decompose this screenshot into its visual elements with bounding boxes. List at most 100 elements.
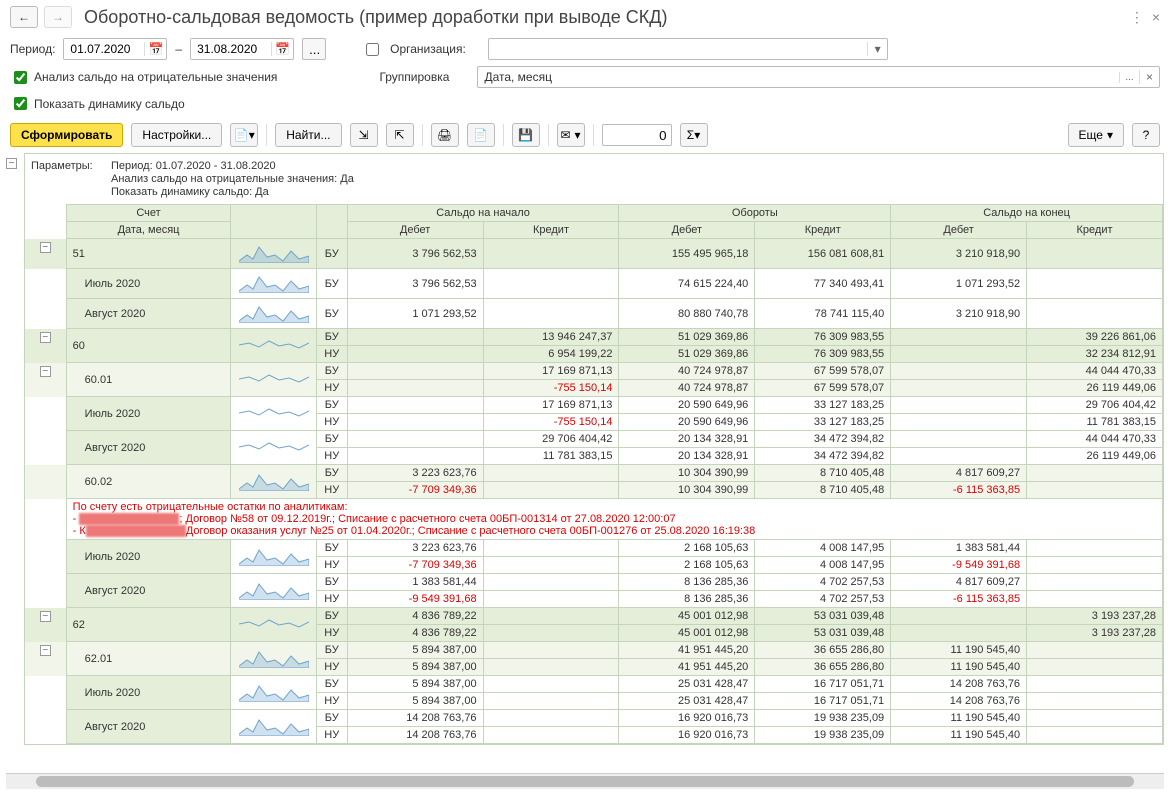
collapse-icon[interactable]: −: [40, 366, 51, 377]
more-button[interactable]: Еще ▾: [1068, 123, 1124, 147]
collapse-button[interactable]: ⇱: [386, 123, 414, 147]
collapse-icon[interactable]: −: [40, 332, 51, 343]
settings-button[interactable]: Настройки...: [131, 123, 222, 147]
value-cell: 20 590 649,96: [619, 397, 755, 414]
collapse-icon[interactable]: −: [40, 645, 51, 656]
grouping-clear-button[interactable]: ×: [1139, 70, 1159, 84]
value-cell: 11 190 545,40: [891, 642, 1027, 659]
value-cell: [483, 557, 619, 574]
account-cell[interactable]: 60: [66, 329, 231, 363]
collapse-icon[interactable]: −: [40, 611, 51, 622]
save-button[interactable]: 💾: [512, 123, 540, 147]
save-icon: 💾: [518, 128, 533, 142]
find-button[interactable]: Найти...: [275, 123, 341, 147]
separator: [593, 124, 594, 146]
value-cell: 3 796 562,53: [347, 239, 483, 269]
accounting-type: НУ: [316, 414, 347, 431]
value-cell: 5 894 387,00: [347, 693, 483, 710]
value-cell: 20 134 328,91: [619, 431, 755, 448]
print-button[interactable]: 🖨: [431, 123, 459, 147]
value-cell: 67 599 578,07: [755, 380, 891, 397]
period-picker-button[interactable]: ...: [302, 38, 326, 60]
preview-button[interactable]: 📄: [467, 123, 495, 147]
close-icon[interactable]: ×: [1152, 9, 1160, 25]
value-cell: 32 234 812,91: [1027, 346, 1163, 363]
account-cell[interactable]: Август 2020: [66, 710, 231, 744]
value-cell: 51 029 369,86: [619, 346, 755, 363]
account-cell[interactable]: Август 2020: [66, 574, 231, 608]
generate-button[interactable]: Сформировать: [10, 123, 123, 147]
help-button[interactable]: ?: [1132, 123, 1160, 147]
number-input[interactable]: [602, 124, 672, 146]
account-cell[interactable]: 60.01: [66, 363, 231, 397]
page-title: Оборотно-сальдовая ведомость (пример дор…: [84, 7, 1124, 28]
show-dynamics-checkbox[interactable]: [14, 97, 27, 110]
account-cell[interactable]: 62: [66, 608, 231, 642]
date-from-input[interactable]: [64, 39, 144, 59]
value-cell: 29 706 404,42: [483, 431, 619, 448]
value-cell: 34 472 394,82: [755, 431, 891, 448]
account-cell[interactable]: Июль 2020: [66, 397, 231, 431]
value-cell: 11 781 383,15: [483, 448, 619, 465]
grouping-select[interactable]: Дата, месяц: [478, 70, 1119, 84]
kebab-icon[interactable]: ⋮: [1130, 9, 1144, 26]
chevron-down-icon[interactable]: ▾: [867, 42, 887, 56]
accounting-type: БУ: [316, 574, 347, 591]
value-cell: -6 115 363,85: [891, 482, 1027, 499]
forward-button[interactable]: →: [44, 6, 72, 28]
account-cell[interactable]: 60.02: [66, 465, 231, 499]
analyze-negative-checkbox[interactable]: [14, 71, 27, 84]
value-cell: -755 150,14: [483, 380, 619, 397]
value-cell: 20 590 649,96: [619, 414, 755, 431]
sigma-dropdown-button[interactable]: Σ▾: [680, 123, 708, 147]
value-cell: 4 008 147,95: [755, 557, 891, 574]
account-cell[interactable]: Июль 2020: [66, 540, 231, 574]
calendar-icon[interactable]: 📅: [271, 42, 293, 56]
value-cell: 25 031 428,47: [619, 693, 755, 710]
date-to-input[interactable]: [191, 39, 271, 59]
value-cell: [1027, 710, 1163, 727]
value-cell: [1027, 574, 1163, 591]
value-cell: [891, 380, 1027, 397]
value-cell: 14 208 763,76: [347, 710, 483, 727]
account-cell[interactable]: 51: [66, 239, 231, 269]
org-checkbox[interactable]: [366, 43, 379, 56]
calendar-icon[interactable]: 📅: [144, 42, 166, 56]
document-icon: 📄: [473, 128, 488, 142]
account-cell[interactable]: Июль 2020: [66, 269, 231, 299]
account-cell[interactable]: Июль 2020: [66, 676, 231, 710]
value-cell: -7 709 349,36: [347, 557, 483, 574]
horizontal-scrollbar[interactable]: [6, 773, 1164, 789]
accounting-type: НУ: [316, 448, 347, 465]
value-cell: [347, 414, 483, 431]
mail-icon: ✉: [560, 128, 570, 142]
value-cell: 3 193 237,28: [1027, 608, 1163, 625]
value-cell: 29 706 404,42: [1027, 397, 1163, 414]
separator: [266, 124, 267, 146]
value-cell: 8 136 285,36: [619, 574, 755, 591]
account-cell[interactable]: 62.01: [66, 642, 231, 676]
sparkline-cell: [231, 642, 316, 676]
value-cell: [483, 465, 619, 482]
mail-dropdown-button[interactable]: ✉▾: [557, 123, 585, 147]
date-to-field[interactable]: 📅: [190, 38, 294, 60]
collapse-icon[interactable]: −: [6, 158, 17, 169]
copy-dropdown-button[interactable]: 📄▾: [230, 123, 258, 147]
separator: [422, 124, 423, 146]
account-cell[interactable]: Август 2020: [66, 299, 231, 329]
value-cell: [891, 346, 1027, 363]
value-cell: [1027, 727, 1163, 744]
value-cell: 41 951 445,20: [619, 659, 755, 676]
back-button[interactable]: ←: [10, 6, 38, 28]
grouping-more-button[interactable]: ...: [1119, 72, 1139, 83]
value-cell: 44 044 470,33: [1027, 363, 1163, 380]
expand-button[interactable]: ⇲: [350, 123, 378, 147]
grouping-label: Группировка: [379, 70, 469, 84]
account-cell[interactable]: Август 2020: [66, 431, 231, 465]
value-cell: 6 954 199,22: [483, 346, 619, 363]
value-cell: 26 119 449,06: [1027, 380, 1163, 397]
value-cell: 4 702 257,53: [755, 574, 891, 591]
collapse-icon[interactable]: −: [40, 242, 51, 253]
date-from-field[interactable]: 📅: [63, 38, 167, 60]
value-cell: [483, 693, 619, 710]
